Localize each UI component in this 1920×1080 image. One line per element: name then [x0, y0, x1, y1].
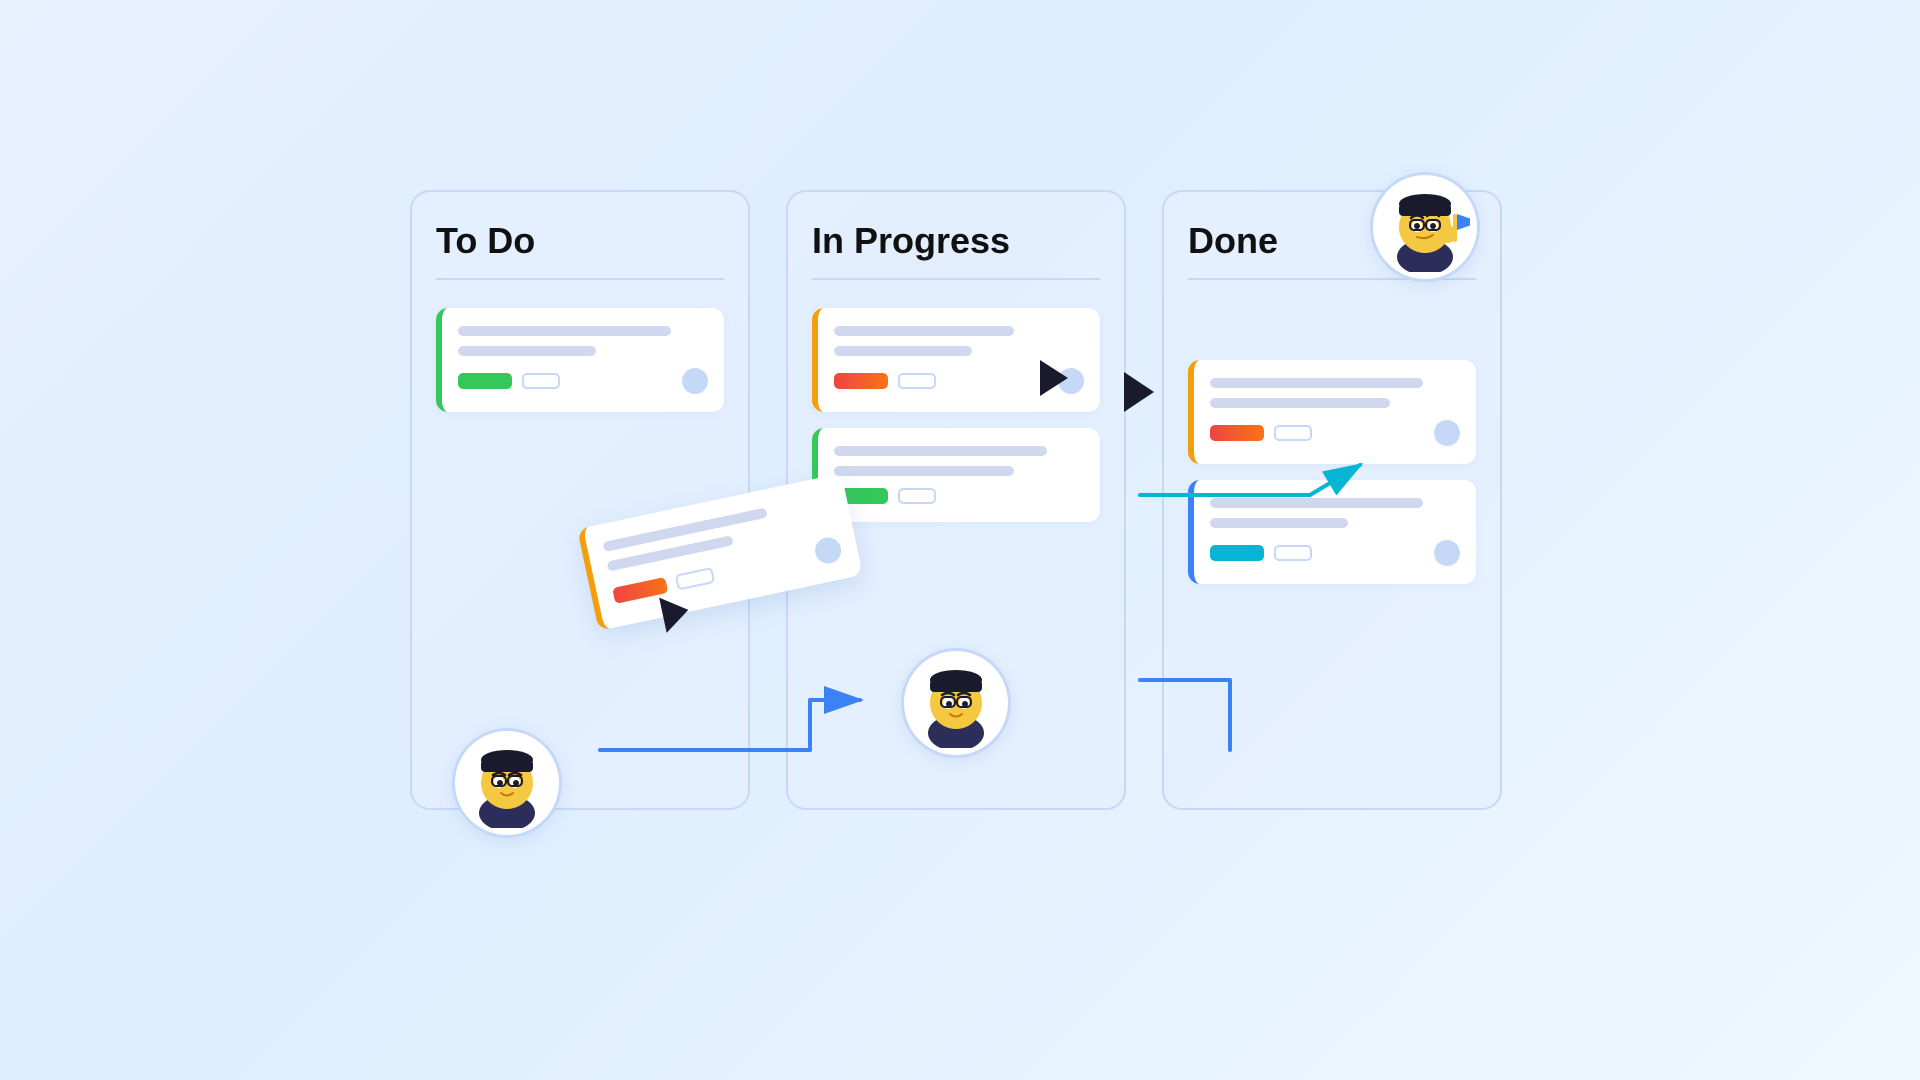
column-todo-title: To Do: [436, 220, 724, 280]
kanban-board: To Do: [410, 190, 1510, 890]
card-line: [834, 446, 1047, 456]
card-dot: [813, 535, 844, 566]
card-dot: [1434, 540, 1460, 566]
card-line: [1210, 518, 1348, 528]
badge-outline: [522, 373, 560, 389]
badge-outline: [898, 488, 936, 504]
badge-red: [1210, 425, 1264, 441]
card-done-2[interactable]: [1188, 480, 1476, 584]
avatar-done-face: [1380, 182, 1470, 272]
badge-cyan: [1210, 545, 1264, 561]
avatar-inprogress: [901, 648, 1011, 758]
card-inprogress-1[interactable]: [812, 308, 1100, 412]
avatar-inprogress-face: [911, 658, 1001, 748]
column-inprogress-title: In Progress: [812, 220, 1100, 280]
card-footer: [1210, 540, 1460, 566]
cursor-icon: [1040, 360, 1068, 396]
column-done: Done: [1162, 190, 1502, 810]
avatar-done: [1370, 172, 1480, 282]
card-line: [834, 466, 1014, 476]
badge-outline: [898, 373, 936, 389]
card-line: [458, 346, 596, 356]
badge-outline: [1274, 545, 1312, 561]
card-line: [834, 346, 972, 356]
card-dot: [682, 368, 708, 394]
avatar-todo-face: [462, 738, 552, 828]
cursor-done-icon: [1124, 372, 1154, 412]
card-footer: [1210, 420, 1460, 446]
card-inprogress-2[interactable]: [812, 428, 1100, 522]
badge-green: [458, 373, 512, 389]
badge-outline: [1274, 425, 1312, 441]
avatar-todo: [452, 728, 562, 838]
columns-container: To Do: [410, 190, 1502, 810]
card-todo-1[interactable]: [436, 308, 724, 412]
card-footer: [834, 488, 1084, 504]
card-dot: [1434, 420, 1460, 446]
card-footer: [458, 368, 708, 394]
card-line: [1210, 398, 1390, 408]
badge-red: [834, 373, 888, 389]
badge-outline: [675, 567, 715, 591]
column-todo: To Do: [410, 190, 750, 810]
card-line: [1210, 378, 1423, 388]
card-line: [1210, 498, 1423, 508]
card-done-1[interactable]: [1188, 360, 1476, 464]
card-line: [834, 326, 1014, 336]
card-line: [458, 326, 671, 336]
